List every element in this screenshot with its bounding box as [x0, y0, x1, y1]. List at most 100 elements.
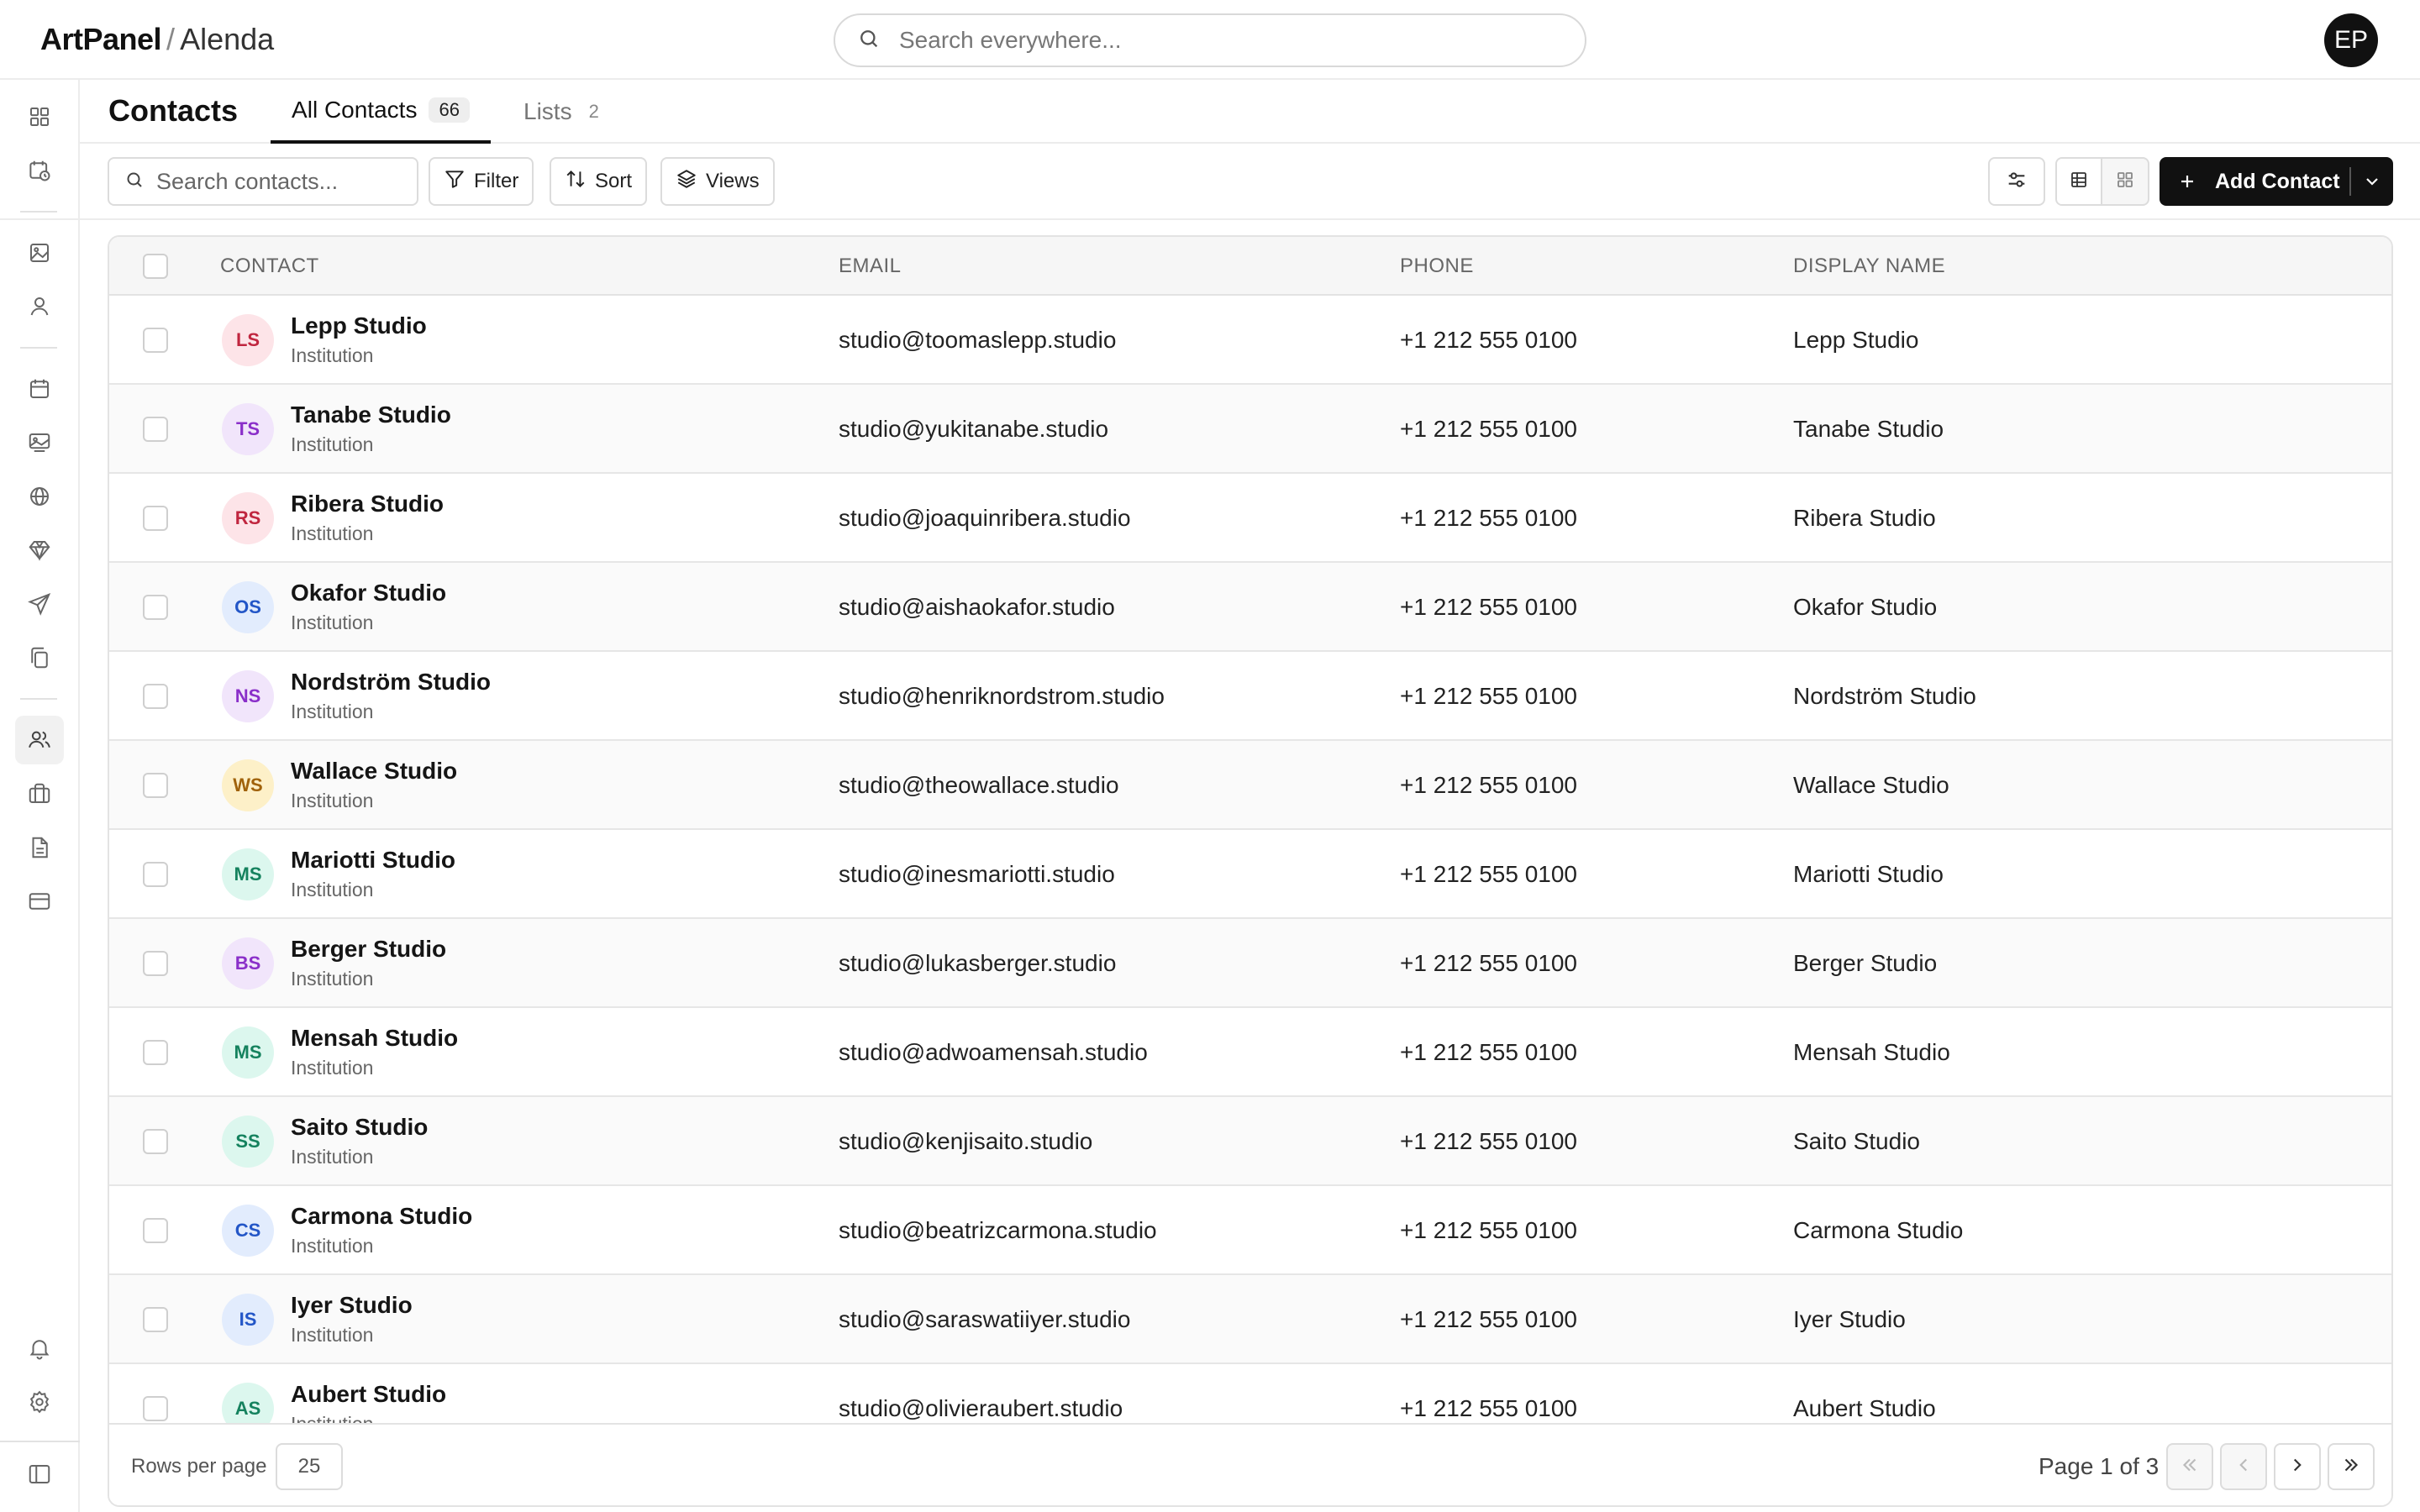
row-checkbox[interactable]: [143, 951, 168, 976]
select-all-checkbox[interactable]: [143, 254, 168, 279]
column-header-phone[interactable]: PHONE: [1400, 237, 1474, 296]
column-settings-button[interactable]: [1988, 157, 2045, 206]
contact-avatar: SS: [222, 1116, 274, 1168]
sort-button[interactable]: Sort: [550, 157, 648, 206]
global-search-input[interactable]: [899, 27, 1555, 54]
contact-name[interactable]: Carmona Studio: [291, 1203, 472, 1230]
contact-name[interactable]: Saito Studio: [291, 1114, 428, 1141]
table-row[interactable]: MS Mariotti Studio Institution studio@inesm…: [109, 830, 2391, 919]
row-checkbox[interactable]: [143, 773, 168, 798]
sidebar-toggle-icon[interactable]: [15, 1450, 64, 1499]
contact-name[interactable]: Okafor Studio: [291, 580, 446, 606]
app-name: ArtPanel: [40, 22, 162, 56]
contact-display-name: Okafor Studio: [1793, 594, 1938, 620]
table-header: CONTACT EMAIL PHONE DISPLAY NAME: [109, 237, 2391, 296]
contact-display-name: Ribera Studio: [1793, 505, 1936, 531]
table-view-button[interactable]: [2057, 159, 2102, 204]
user-avatar[interactable]: EP: [2324, 13, 2378, 67]
add-contact-button[interactable]: Add Contact: [2160, 157, 2393, 206]
contact-name[interactable]: Iyer Studio: [291, 1292, 413, 1319]
row-checkbox[interactable]: [143, 506, 168, 531]
row-checkbox[interactable]: [143, 1307, 168, 1332]
contact-phone: +1 212 555 0100: [1400, 327, 1577, 353]
row-checkbox[interactable]: [143, 1129, 168, 1154]
table-row[interactable]: OS Okafor Studio Institution studio@aishaok…: [109, 563, 2391, 652]
workspace-name: Alenda: [180, 22, 275, 56]
row-checkbox[interactable]: [143, 1040, 168, 1065]
bell-icon[interactable]: [15, 1324, 64, 1373]
gear-icon[interactable]: [15, 1378, 64, 1426]
table-row[interactable]: NS Nordström Studio Institution studio@henr…: [109, 652, 2391, 741]
row-checkbox[interactable]: [143, 1396, 168, 1421]
table-row[interactable]: WS Wallace Studio Institution studio@theowa…: [109, 741, 2391, 830]
first-page-button[interactable]: [2166, 1443, 2213, 1490]
table-row[interactable]: BS Berger Studio Institution studio@lukasbe…: [109, 919, 2391, 1008]
gem-icon[interactable]: [15, 526, 64, 575]
global-search[interactable]: [834, 13, 1586, 67]
calendar-icon[interactable]: [15, 365, 64, 413]
row-checkbox[interactable]: [143, 328, 168, 353]
table-row[interactable]: RS Ribera Studio Institution studio@joaquin…: [109, 474, 2391, 563]
contact-name[interactable]: Wallace Studio: [291, 758, 457, 785]
user-icon[interactable]: [15, 282, 64, 331]
next-page-button[interactable]: [2274, 1443, 2321, 1490]
contact-search-input[interactable]: [156, 168, 408, 195]
table-body: LS Lepp Studio Institution studio@toomaslep…: [109, 296, 2391, 1423]
contacts-icon[interactable]: [15, 716, 64, 764]
brand[interactable]: ArtPanel / Alenda: [40, 20, 274, 59]
contact-type: Institution: [291, 1235, 374, 1257]
send-icon[interactable]: [15, 580, 64, 628]
table-row[interactable]: CS Carmona Studio Institution studio@beatri…: [109, 1186, 2391, 1275]
table-row[interactable]: SS Saito Studio Institution studio@kenjisai…: [109, 1097, 2391, 1186]
contact-name[interactable]: Berger Studio: [291, 936, 446, 963]
table-row[interactable]: IS Iyer Studio Institution studio@saraswati…: [109, 1275, 2391, 1364]
previous-page-button[interactable]: [2220, 1443, 2267, 1490]
contact-name[interactable]: Aubert Studio: [291, 1381, 446, 1408]
rows-per-page-select[interactable]: 25: [276, 1443, 343, 1490]
globe-icon[interactable]: [15, 472, 64, 521]
row-checkbox[interactable]: [143, 417, 168, 442]
contact-name[interactable]: Tanabe Studio: [291, 402, 451, 428]
contact-phone: +1 212 555 0100: [1400, 594, 1577, 620]
grid-view-button[interactable]: [2102, 159, 2148, 204]
gallery-icon[interactable]: [15, 418, 64, 467]
row-checkbox[interactable]: [143, 684, 168, 709]
tab-all-contacts[interactable]: All Contacts 66: [271, 80, 491, 144]
contact-type: Institution: [291, 1413, 373, 1423]
row-checkbox[interactable]: [143, 595, 168, 620]
chevron-down-icon[interactable]: [2349, 167, 2393, 196]
last-page-button[interactable]: [2328, 1443, 2375, 1490]
table-row[interactable]: AS Aubert Studio Institution studio@olivier…: [109, 1364, 2391, 1423]
column-header-display-name[interactable]: DISPLAY NAME: [1793, 237, 1945, 296]
credit-card-icon[interactable]: [15, 877, 64, 926]
contact-display-name: Mensah Studio: [1793, 1039, 1950, 1065]
contact-name[interactable]: Mariotti Studio: [291, 847, 455, 874]
filter-button[interactable]: Filter: [429, 157, 534, 206]
contact-name[interactable]: Lepp Studio: [291, 312, 427, 339]
dashboard-icon[interactable]: [15, 92, 64, 141]
rows-per-page-label: Rows per page: [131, 1455, 267, 1478]
views-button[interactable]: Views: [660, 157, 775, 206]
table-row[interactable]: LS Lepp Studio Institution studio@toomaslep…: [109, 296, 2391, 385]
contact-name[interactable]: Mensah Studio: [291, 1025, 458, 1052]
contact-phone: +1 212 555 0100: [1400, 505, 1577, 531]
column-header-contact[interactable]: CONTACT: [220, 237, 319, 296]
table-row[interactable]: MS Mensah Studio Institution studio@adwoame…: [109, 1008, 2391, 1097]
column-header-email[interactable]: EMAIL: [839, 237, 902, 296]
tab-lists[interactable]: Lists 2: [523, 80, 604, 144]
contact-name[interactable]: Ribera Studio: [291, 491, 444, 517]
contact-type: Institution: [291, 522, 374, 544]
contact-name[interactable]: Nordström Studio: [291, 669, 491, 696]
table-row[interactable]: TS Tanabe Studio Institution studio@yukitan…: [109, 385, 2391, 474]
row-checkbox[interactable]: [143, 862, 168, 887]
contact-phone: +1 212 555 0100: [1400, 1128, 1577, 1154]
document-icon[interactable]: [15, 823, 64, 872]
contact-avatar: MS: [222, 848, 274, 900]
copy-icon[interactable]: [15, 633, 64, 682]
row-checkbox[interactable]: [143, 1218, 168, 1243]
chevrons-left-icon: [2179, 1454, 2201, 1480]
contact-search[interactable]: [108, 157, 418, 206]
sort-icon: [565, 168, 595, 196]
image-icon[interactable]: [15, 228, 64, 277]
briefcase-icon[interactable]: [15, 769, 64, 818]
